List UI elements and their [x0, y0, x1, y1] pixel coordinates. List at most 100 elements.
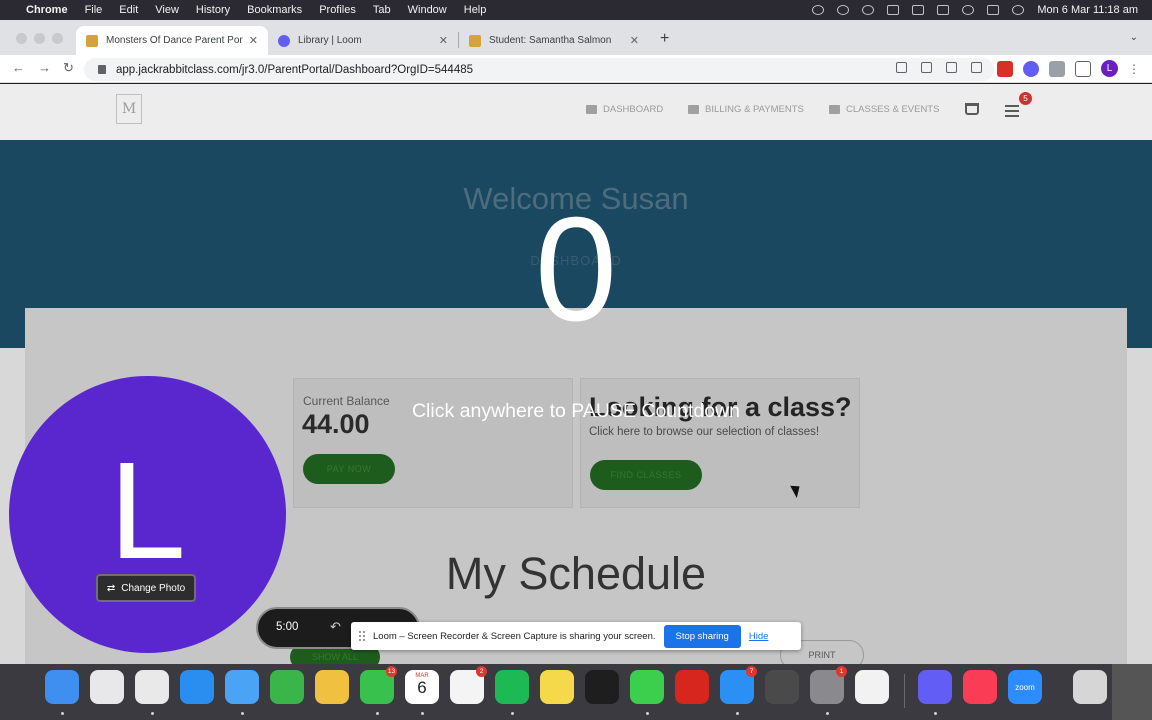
tp-extension-icon[interactable] — [997, 60, 1013, 77]
tab-search-chevron-icon[interactable]: ⌄ — [1130, 32, 1138, 43]
billing-icon — [688, 105, 699, 114]
menu-view[interactable]: View — [155, 4, 179, 16]
undo-icon[interactable]: ↶ — [330, 619, 341, 635]
loom-icon[interactable] — [918, 670, 952, 704]
site-logo[interactable]: M — [116, 94, 142, 124]
pencil-app-icon[interactable] — [855, 670, 889, 704]
countdown-number[interactable]: 0 — [0, 196, 1152, 344]
running-indicator — [376, 712, 379, 715]
window-zoom-button[interactable] — [52, 33, 63, 44]
menu-help[interactable]: Help — [464, 4, 487, 16]
finder-icon[interactable] — [45, 670, 79, 704]
photos-icon[interactable] — [315, 670, 349, 704]
safari-icon[interactable] — [180, 670, 214, 704]
running-indicator — [511, 712, 514, 715]
messages-icon[interactable] — [630, 670, 664, 704]
extensions-puzzle-icon[interactable] — [1049, 60, 1065, 77]
music-icon[interactable] — [963, 670, 997, 704]
find-class-subtitle[interactable]: Click here to browse our selection of cl… — [589, 426, 819, 438]
battery-status-icon[interactable] — [937, 5, 950, 15]
address-url[interactable]: app.jackrabbitclass.com/jr3.0/ParentPort… — [116, 64, 473, 76]
zoom-lens-icon[interactable] — [921, 62, 932, 73]
bluetooth-status-icon[interactable] — [912, 5, 925, 15]
menu-app-name[interactable]: Chrome — [26, 4, 68, 16]
change-photo-button[interactable]: ⇄ Change Photo — [96, 574, 196, 602]
forward-arrow-icon[interactable]: → — [38, 60, 51, 75]
mic-search-icon[interactable] — [896, 62, 907, 73]
chrome-icon[interactable] — [135, 670, 169, 704]
siri-icon[interactable] — [1012, 5, 1025, 15]
acrobat-icon[interactable] — [675, 670, 709, 704]
tab-loom-library[interactable]: Library | Loom ✕ — [268, 26, 458, 55]
browser-toolbar: ← → ↻ app.jackrabbitclass.com/jr3.0/Pare… — [0, 55, 1152, 83]
tab-monsters-of-dance[interactable]: Monsters Of Dance Parent Portal ✕ — [76, 26, 268, 55]
trash-icon[interactable] — [1073, 670, 1107, 704]
lock-icon[interactable] — [98, 65, 106, 74]
microphone-status-icon[interactable] — [812, 5, 825, 15]
tab-title: Monsters Of Dance Parent Portal — [106, 35, 243, 46]
back-arrow-icon[interactable]: ← — [12, 60, 25, 75]
notes-icon[interactable] — [540, 670, 574, 704]
numbers-icon[interactable] — [270, 670, 304, 704]
menu-profiles[interactable]: Profiles — [319, 4, 356, 16]
launchpad-icon[interactable] — [90, 670, 124, 704]
loom-extension-icon[interactable] — [1023, 60, 1039, 77]
control-center-icon[interactable] — [987, 5, 1000, 15]
bookmark-star-icon[interactable] — [971, 62, 982, 73]
menu-bookmarks[interactable]: Bookmarks — [247, 4, 302, 16]
spotlight-search-icon[interactable] — [962, 5, 975, 15]
dock-separator — [904, 674, 905, 708]
nav-dashboard[interactable]: DASHBOARD — [586, 104, 663, 115]
window-minimize-button[interactable] — [34, 33, 45, 44]
appletv-icon[interactable] — [585, 670, 619, 704]
profile-avatar[interactable]: L — [1101, 60, 1118, 77]
hamburger-menu-icon[interactable] — [1005, 105, 1019, 120]
menu-clock[interactable]: Mon 6 Mar 11:18 am — [1037, 4, 1138, 16]
pay-now-button[interactable]: PAY NOW — [303, 454, 395, 484]
stop-sharing-button[interactable]: Stop sharing — [663, 624, 741, 648]
macos-menu-bar: Chrome File Edit View History Bookmarks … — [0, 0, 1152, 20]
zoom-icon[interactable]: zoom — [1008, 670, 1042, 704]
tab-student-samantha[interactable]: Student: Samantha Salmon ✕ — [459, 26, 649, 55]
desktop-thumbnail-right — [1112, 664, 1152, 720]
nav-dashboard-label: DASHBOARD — [603, 104, 664, 115]
spotify-icon[interactable] — [495, 670, 529, 704]
menu-file[interactable]: File — [85, 4, 103, 16]
menu-edit[interactable]: Edit — [119, 4, 138, 16]
macos-dock: 13 MAR 6 2 7 1 zoom — [0, 664, 1152, 720]
hide-link[interactable]: Hide — [749, 631, 769, 642]
address-bar[interactable]: app.jackrabbitclass.com/jr3.0/ParentPort… — [84, 58, 994, 81]
dashboard-icon — [586, 105, 597, 114]
share-icon[interactable] — [946, 62, 957, 73]
calendar-icon[interactable]: MAR 6 — [405, 670, 439, 704]
tab-close-icon[interactable]: ✕ — [249, 34, 258, 47]
side-panel-icon[interactable] — [1075, 60, 1091, 77]
loom-status-icon[interactable] — [837, 5, 850, 15]
tab-close-icon[interactable]: ✕ — [439, 34, 448, 47]
browser-tab-strip: Monsters Of Dance Parent Portal ✕ Librar… — [0, 20, 1152, 55]
camera-bubble[interactable]: L — [9, 376, 286, 653]
find-class-card[interactable]: Looking for a class? Click here to brows… — [580, 378, 860, 508]
instruments-icon[interactable] — [765, 670, 799, 704]
find-classes-button[interactable]: FIND CLASSES — [590, 460, 702, 490]
display-status-icon[interactable] — [887, 5, 900, 15]
tab-close-icon[interactable]: ✕ — [630, 34, 639, 47]
running-indicator — [241, 712, 244, 715]
mail-icon[interactable] — [225, 670, 259, 704]
nav-classes-events[interactable]: CLASSES & EVENTS — [829, 104, 939, 115]
cart-icon[interactable] — [965, 103, 979, 115]
menu-history[interactable]: History — [196, 4, 230, 16]
running-indicator — [151, 712, 154, 715]
reload-icon[interactable]: ↻ — [63, 60, 74, 76]
recording-timer: 5:00 — [276, 621, 299, 633]
tab-title: Library | Loom — [298, 35, 362, 46]
window-close-button[interactable] — [16, 33, 27, 44]
new-tab-plus-icon[interactable]: + — [660, 30, 669, 48]
notification-badge: 5 — [1019, 92, 1032, 105]
drag-handle-icon[interactable] — [359, 631, 365, 641]
record-status-icon[interactable] — [862, 5, 875, 15]
nav-billing-payments[interactable]: BILLING & PAYMENTS — [688, 104, 804, 115]
menu-window[interactable]: Window — [408, 4, 447, 16]
menu-tab[interactable]: Tab — [373, 4, 391, 16]
chrome-menu-icon[interactable]: ⋮ — [1128, 62, 1140, 76]
